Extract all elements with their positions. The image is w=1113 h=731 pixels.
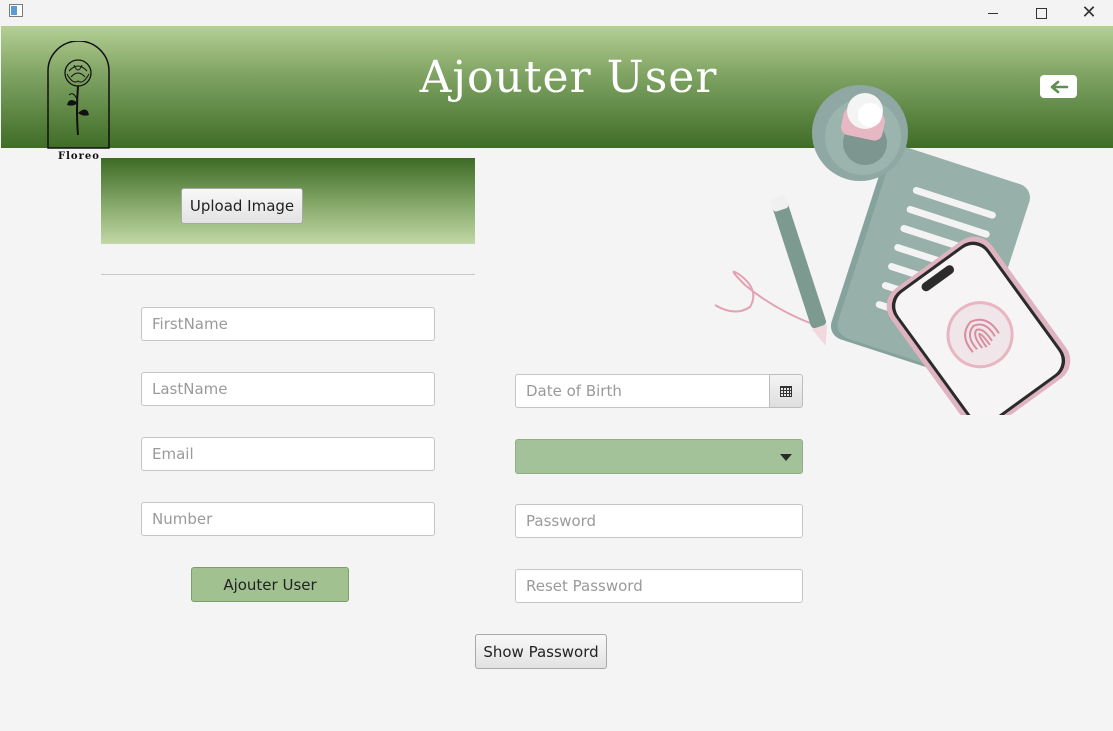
registration-illustration bbox=[705, 85, 1075, 431]
close-icon: ✕ bbox=[1081, 2, 1097, 23]
window-title-bar: ✕ bbox=[0, 0, 1113, 26]
divider bbox=[101, 274, 475, 275]
maximize-icon bbox=[1035, 7, 1047, 19]
logo-label: Floreo bbox=[58, 151, 100, 162]
document-phone-illustration bbox=[714, 85, 1071, 431]
maximize-button[interactable] bbox=[1018, 0, 1064, 26]
lastname-field[interactable] bbox=[141, 372, 435, 406]
upload-image-button[interactable]: Upload Image bbox=[181, 188, 303, 224]
show-password-button[interactable]: Show Password bbox=[475, 634, 607, 669]
minimize-icon bbox=[988, 12, 998, 14]
close-button[interactable]: ✕ bbox=[1066, 0, 1112, 26]
chevron-down-icon bbox=[780, 454, 792, 461]
password-field[interactable] bbox=[515, 504, 803, 538]
number-field[interactable] bbox=[141, 502, 435, 536]
logo bbox=[47, 40, 110, 149]
role-select[interactable] bbox=[515, 439, 803, 474]
rose-icon bbox=[47, 40, 110, 149]
email-field[interactable] bbox=[141, 437, 435, 471]
minimize-button[interactable] bbox=[970, 0, 1016, 26]
app-icon bbox=[9, 4, 23, 17]
firstname-field[interactable] bbox=[141, 307, 435, 341]
ajouter-user-button[interactable]: Ajouter User bbox=[191, 567, 349, 602]
reset-password-field[interactable] bbox=[515, 569, 803, 603]
